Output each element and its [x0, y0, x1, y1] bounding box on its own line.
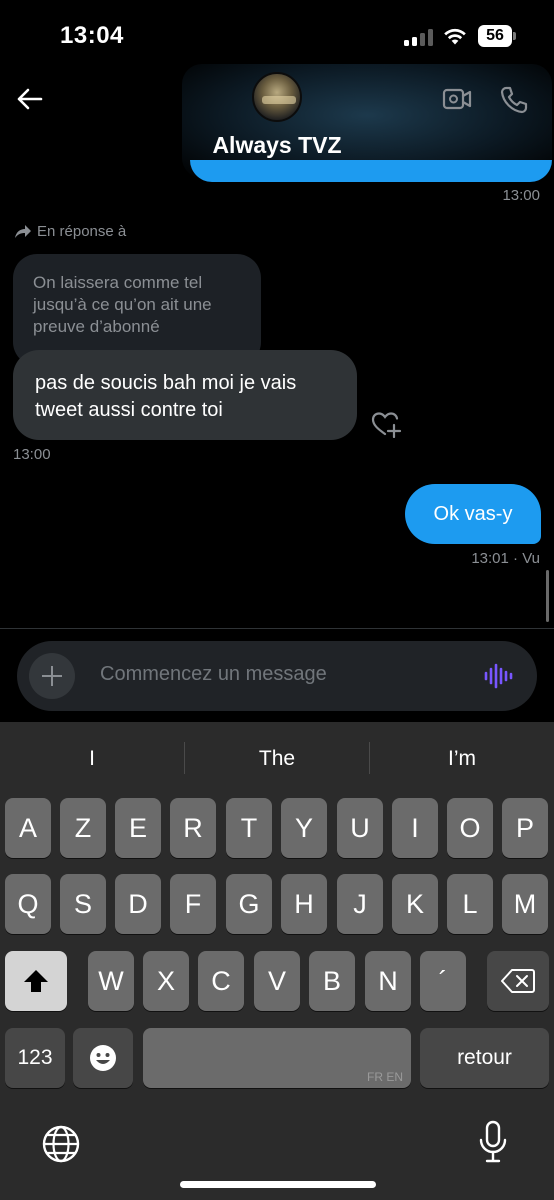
contact-name[interactable]: Always TVZ: [0, 132, 554, 159]
add-media-button[interactable]: [29, 653, 75, 699]
wifi-icon: [444, 28, 466, 45]
key-e[interactable]: E: [115, 798, 161, 858]
key-d[interactable]: D: [115, 874, 161, 934]
message-read-status: 13:01 · Vu: [471, 550, 540, 567]
back-arrow-icon[interactable]: [14, 84, 44, 114]
keyboard-language-label: FR EN: [367, 1070, 403, 1084]
message-composer: [17, 641, 537, 711]
reply-indicator: En réponse à: [14, 223, 126, 240]
key-j[interactable]: J: [337, 874, 383, 934]
message-timestamp: 13:00: [13, 446, 51, 463]
shift-arrow-icon: [24, 970, 48, 992]
phone-call-icon[interactable]: [498, 84, 530, 116]
cellular-signal-icon: [404, 28, 434, 46]
key-b[interactable]: B: [309, 951, 355, 1011]
contact-name-text: Always TVZ: [212, 132, 342, 158]
key-m[interactable]: M: [502, 874, 548, 934]
reply-label-text: En réponse à: [37, 223, 127, 240]
key-t[interactable]: T: [226, 798, 272, 858]
key-l[interactable]: L: [447, 874, 493, 934]
key-y[interactable]: Y: [281, 798, 327, 858]
emoji-key[interactable]: [73, 1028, 133, 1088]
key-s[interactable]: S: [60, 874, 106, 934]
add-reaction-heart-icon[interactable]: [370, 410, 402, 438]
key-f[interactable]: F: [170, 874, 216, 934]
globe-icon[interactable]: [41, 1124, 81, 1164]
key-v[interactable]: V: [254, 951, 300, 1011]
backspace-icon: [501, 969, 535, 993]
suggestion-1[interactable]: I: [0, 722, 184, 794]
suggestion-3[interactable]: I’m: [370, 722, 554, 794]
scrollbar[interactable]: [546, 570, 549, 622]
conversation-header: Always TVZ: [0, 64, 554, 178]
battery-level: 56: [478, 25, 512, 47]
message-input[interactable]: [100, 663, 460, 686]
key-k[interactable]: K: [392, 874, 438, 934]
key-c[interactable]: C: [198, 951, 244, 1011]
return-key[interactable]: retour: [420, 1028, 549, 1088]
status-time: 13:04: [60, 22, 124, 49]
video-call-icon[interactable]: [442, 86, 472, 112]
key-g[interactable]: G: [226, 874, 272, 934]
status-bar: 13:04 56: [0, 0, 554, 64]
message-timestamp: 13:00: [502, 187, 540, 204]
numbers-key[interactable]: 123: [5, 1028, 65, 1088]
key-z[interactable]: Z: [60, 798, 106, 858]
dictation-mic-icon[interactable]: [478, 1120, 508, 1164]
key-q[interactable]: Q: [5, 874, 51, 934]
reply-arrow-icon: [15, 224, 31, 238]
previous-outgoing-bubble[interactable]: [190, 160, 552, 182]
key-a[interactable]: A: [5, 798, 51, 858]
key-w[interactable]: W: [88, 951, 134, 1011]
incoming-message[interactable]: pas de soucis bah moi je vais tweet auss…: [13, 350, 357, 440]
key-i[interactable]: I: [392, 798, 438, 858]
emoji-icon: [90, 1045, 116, 1071]
divider: [0, 628, 554, 629]
key-u[interactable]: U: [337, 798, 383, 858]
voice-message-icon[interactable]: [483, 663, 513, 689]
key-accent[interactable]: ´: [420, 951, 466, 1011]
suggestion-2[interactable]: The: [185, 722, 369, 794]
key-h[interactable]: H: [281, 874, 327, 934]
shift-key[interactable]: [5, 951, 67, 1011]
space-key[interactable]: FR EN: [143, 1028, 411, 1088]
key-o[interactable]: O: [447, 798, 493, 858]
backspace-key[interactable]: [487, 951, 549, 1011]
home-indicator[interactable]: [180, 1181, 376, 1188]
key-n[interactable]: N: [365, 951, 411, 1011]
outgoing-message[interactable]: Ok vas-y: [405, 484, 541, 544]
key-p[interactable]: P: [502, 798, 548, 858]
key-x[interactable]: X: [143, 951, 189, 1011]
avatar[interactable]: [252, 72, 302, 122]
key-r[interactable]: R: [170, 798, 216, 858]
keyboard: I The I’m A Z E R T Y U I O P Q S D F G …: [0, 722, 554, 1200]
battery-icon: 56: [478, 25, 516, 47]
